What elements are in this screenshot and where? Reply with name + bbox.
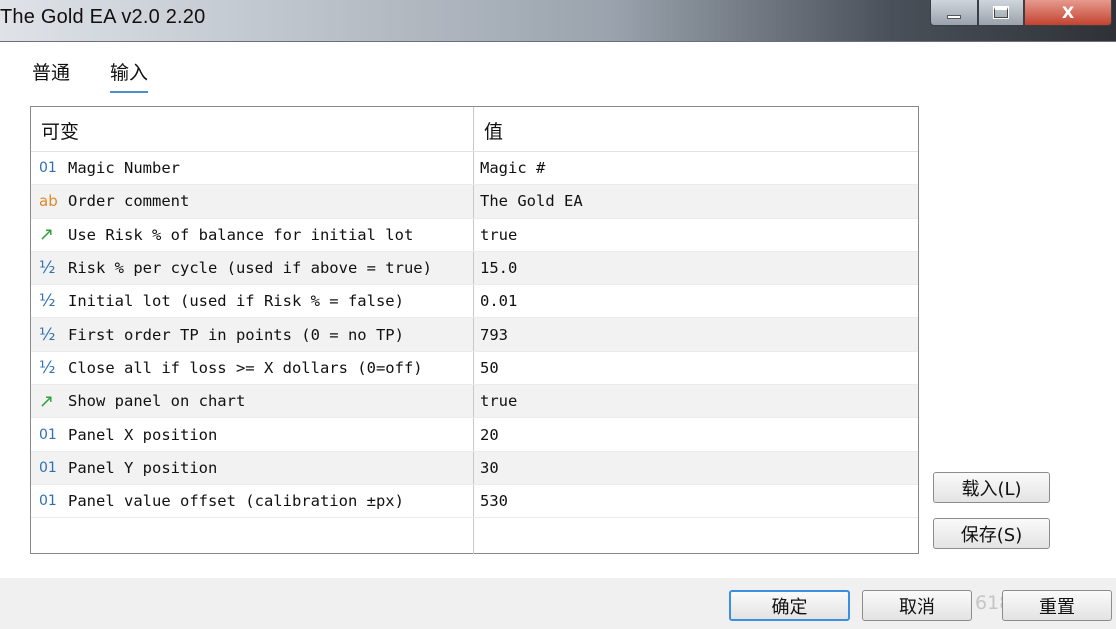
double-icon: ½ [39,357,56,378]
reset-button[interactable]: 重置 [1002,590,1112,621]
variable-cell[interactable]: ↗ Use Risk % of balance for initial lot [31,218,474,251]
value-cell[interactable]: true [474,385,918,417]
variable-name: Show panel on chart [68,392,246,411]
column-header-value[interactable]: 值 [474,107,918,151]
value-cell[interactable]: 530 [474,485,918,517]
bool-icon: ↗ [39,390,55,412]
table-row[interactable]: 01 Panel X position 20 [31,418,918,452]
close-icon: X [1061,3,1075,22]
variable-cell[interactable]: ½ First order TP in points (0 = no TP) [31,318,474,351]
variable-cell[interactable]: ½ Risk % per cycle (used if above = true) [31,251,474,285]
int-icon: 01 [39,160,57,177]
maximize-icon [993,6,1009,19]
value-cell[interactable]: 15.0 [474,252,918,284]
variable-cell[interactable]: 01 Panel X position [31,418,474,451]
column-header-variable[interactable]: 可变 [31,107,474,151]
cancel-button[interactable]: 取消 [862,590,972,621]
maximize-button[interactable] [978,0,1024,26]
save-button[interactable]: 保存(S) [933,518,1050,549]
grid-header: 可变 值 [31,107,918,152]
table-row[interactable]: ½ Initial lot (used if Risk % = false) 0.0… [31,285,918,319]
variable-cell[interactable]: ↗ Show panel on chart [31,385,474,418]
window-title: The Gold EA v2.0 2.20 [0,6,206,28]
double-icon: ½ [39,291,56,312]
window-controls: X [930,0,1112,28]
table-row[interactable]: ↗ Show panel on chart true [31,385,918,419]
int-icon: 01 [39,493,57,510]
grid-empty-cell [31,518,474,555]
grid-rows: 01 Magic Number Magic # ab Order comment The … [31,152,918,519]
variable-cell[interactable]: ab Order comment [31,185,474,218]
variable-cell[interactable]: 01 Magic Number [31,152,474,185]
variable-name: Use Risk % of balance for initial lot [68,225,414,244]
bool-icon: ↗ [39,224,55,246]
table-row[interactable]: ↗ Use Risk % of balance for initial lot tr… [31,218,918,252]
minimize-button[interactable] [930,0,978,26]
variable-cell[interactable]: 01 Panel value offset (calibration ±px) [31,484,474,518]
value-cell[interactable]: Magic # [474,152,918,184]
table-row[interactable]: 01 Panel value offset (calibration ±px) 53… [31,484,918,519]
variable-cell[interactable]: ½ Initial lot (used if Risk % = false) [31,285,474,318]
value-cell[interactable]: 50 [474,352,918,384]
table-row[interactable]: 01 Panel Y position 30 [31,451,918,485]
variable-name: Panel X position [68,425,218,444]
table-row[interactable]: 01 Magic Number Magic # [31,152,918,186]
variable-cell[interactable]: ½ Close all if loss >= X dollars (0=off) [31,351,474,385]
value-cell[interactable]: true [474,219,918,251]
variable-name: Initial lot (used if Risk % = false) [68,292,404,311]
inputs-grid: 可变 值 01 Magic Number Magic # ab Order commen… [30,106,919,555]
grid-empty-row [31,518,918,555]
title-bar: The Gold EA v2.0 2.20 X [0,0,1116,42]
table-row[interactable]: ½ First order TP in points (0 = no TP) 793 [31,318,918,352]
int-icon: 01 [39,459,57,476]
value-cell[interactable]: The Gold EA [474,185,918,217]
table-row[interactable]: ab Order comment The Gold EA [31,185,918,219]
variable-name: Panel Y position [68,458,218,477]
double-icon: ½ [39,258,56,279]
table-row[interactable]: ½ Risk % per cycle (used if above = true)… [31,251,918,286]
ok-button[interactable]: 确定 [729,590,850,621]
string-icon: ab [39,192,58,211]
load-button[interactable]: 载入(L) [933,472,1050,503]
variable-name: Panel value offset (calibration ±px) [68,492,404,511]
int-icon: 01 [39,426,57,443]
variable-name: Order comment [68,192,190,211]
tab-bar: 普通 输入 [32,58,149,93]
close-button[interactable]: X [1024,0,1112,26]
value-cell[interactable]: 20 [474,418,918,450]
tab-common[interactable]: 普通 [32,58,70,93]
variable-cell[interactable]: 01 Panel Y position [31,451,474,484]
variable-name: First order TP in points (0 = no TP) [68,325,404,344]
variable-name: Close all if loss >= X dollars (0=off) [68,358,423,377]
value-cell[interactable]: 30 [474,452,918,484]
double-icon: ½ [39,324,56,345]
minimize-icon [947,14,961,19]
table-row[interactable]: ½ Close all if loss >= X dollars (0=off) 5… [31,351,918,386]
variable-name: Magic Number [68,159,180,178]
grid-empty-cell [474,518,918,554]
variable-name: Risk % per cycle (used if above = true) [68,259,432,278]
value-cell[interactable]: 793 [474,318,918,350]
value-cell[interactable]: 0.01 [474,285,918,317]
tab-inputs[interactable]: 输入 [110,58,149,93]
